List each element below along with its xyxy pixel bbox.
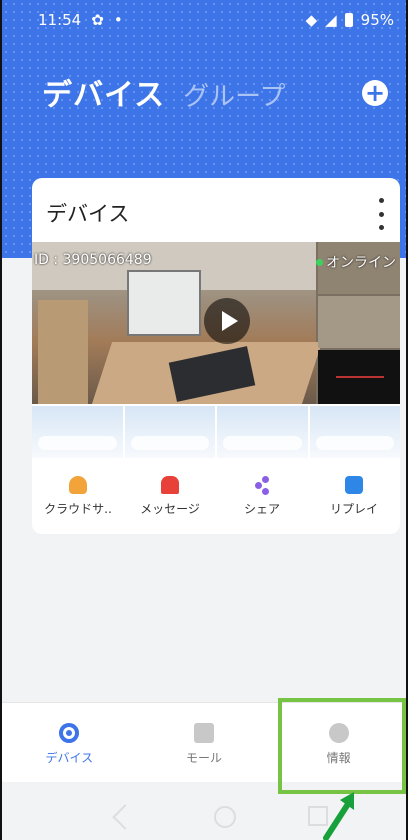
preview-thumb-3 [318, 350, 400, 404]
replay-icon [345, 476, 363, 494]
preview-thumb-2 [318, 296, 400, 348]
camera-preview[interactable]: ID : 3905066489 オンライン [32, 242, 400, 404]
nav-mall[interactable]: モール [137, 703, 272, 783]
nav-devices[interactable]: デバイス [2, 703, 137, 783]
phone-screen: 11:54 ✿ • ◆ ◢ 95% デバイス グループ + デバイス ID: … [0, 0, 408, 840]
thumbnail[interactable] [309, 406, 400, 458]
online-dot-icon [316, 258, 323, 266]
tab-groups[interactable]: グループ [183, 76, 285, 113]
replay-button[interactable]: リプレイ [308, 468, 400, 528]
status-bar: 11:54 ✿ • ◆ ◢ 95% [38, 10, 394, 30]
device-card[interactable]: デバイス ID : 3905066489 オンライン クラウドサ.. メッセージ… [32, 178, 400, 534]
battery-level: 95% [360, 11, 394, 29]
more-options-icon[interactable] [378, 198, 384, 230]
add-device-button[interactable]: + [362, 80, 388, 106]
cloud-icon [69, 476, 87, 494]
message-button[interactable]: メッセージ [124, 468, 216, 528]
recording-thumbnails [32, 406, 400, 458]
back-icon[interactable] [112, 804, 138, 830]
share-icon [253, 476, 271, 494]
camera-id: ID : 3905066489 [34, 252, 152, 268]
dot-icon: • [113, 11, 123, 29]
battery-icon [344, 13, 353, 27]
pointer-arrow-icon [323, 792, 354, 840]
wifi-icon: ◆ [305, 11, 318, 29]
alarm-icon [161, 476, 179, 494]
thumbnail[interactable] [124, 406, 215, 458]
home-icon[interactable] [214, 806, 236, 828]
device-icon [59, 723, 80, 743]
play-icon[interactable] [204, 298, 250, 344]
top-tabs: デバイス グループ [42, 70, 286, 114]
status-time: 11:54 [38, 11, 82, 29]
device-card-title: デバイス [46, 202, 130, 226]
thumbnail[interactable] [217, 406, 308, 458]
share-button[interactable]: シェア [216, 468, 308, 528]
tab-devices[interactable]: デバイス [42, 70, 165, 114]
highlight-box [278, 698, 406, 794]
device-actions: クラウドサ.. メッセージ シェア リプレイ [32, 468, 400, 528]
cloud-service-button[interactable]: クラウドサ.. [32, 468, 124, 528]
mall-icon [194, 723, 214, 743]
settings-icon: ✿ [91, 11, 104, 29]
signal-icon: ◢ [325, 11, 337, 29]
online-status: オンライン [316, 252, 396, 272]
thumbnail[interactable] [32, 406, 123, 458]
